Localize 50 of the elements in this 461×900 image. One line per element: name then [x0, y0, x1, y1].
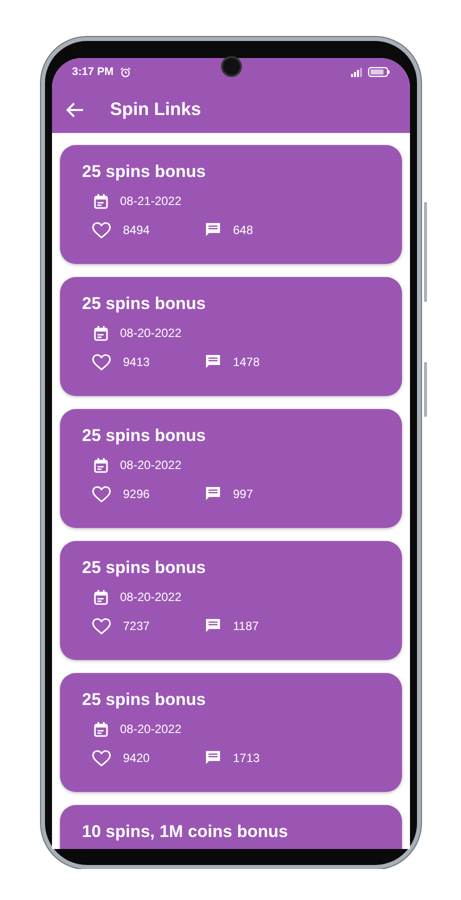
comment-icon [205, 486, 221, 502]
comment-count: 1713 [233, 751, 260, 765]
post-date: 08-20-2022 [120, 458, 182, 472]
post-title: 25 spins bonus [82, 426, 207, 446]
post-card[interactable]: 25 spins bonus 08-21-2022 8494 648 [60, 145, 402, 264]
post-card[interactable]: 25 spins bonus 08-20-2022 9420 1713 [60, 673, 402, 792]
calendar-icon [94, 722, 108, 736]
back-arrow-icon [66, 102, 84, 118]
like-count: 8494 [123, 223, 151, 237]
post-date: 08-20-2022 [120, 326, 182, 340]
comment-count: 1187 [233, 619, 259, 633]
post-title: 25 spins bonus [82, 690, 207, 710]
post-card[interactable]: 10 spins, 1M coins bonus [60, 805, 402, 849]
post-title: 10 spins, 1M coins bonus [82, 822, 289, 842]
signal-icon [351, 68, 362, 76]
back-button[interactable] [66, 102, 84, 118]
comment-count: 648 [233, 223, 254, 237]
battery-icon [368, 67, 390, 77]
alarm-icon [120, 66, 131, 78]
heart-icon [92, 354, 111, 370]
post-title: 25 spins bonus [82, 162, 207, 182]
post-card[interactable]: 25 spins bonus 08-20-2022 9413 1478 [60, 277, 402, 396]
like-count: 9296 [123, 487, 151, 501]
calendar-icon [94, 590, 108, 604]
comment-icon [205, 750, 221, 766]
comment-icon [205, 222, 221, 238]
post-card[interactable]: 25 spins bonus 08-20-2022 7237 1187 [60, 541, 402, 660]
like-count: 9420 [123, 751, 151, 765]
comment-count: 1478 [233, 355, 260, 369]
comment-count: 997 [233, 487, 254, 501]
heart-icon [92, 618, 111, 634]
comment-icon [205, 618, 221, 634]
calendar-icon [94, 326, 108, 340]
post-title: 25 spins bonus [82, 558, 207, 578]
post-date: 08-20-2022 [120, 722, 182, 736]
post-date: 08-20-2022 [120, 590, 182, 604]
like-count: 7237 [123, 619, 151, 633]
calendar-icon [94, 458, 108, 472]
status-time: 3:17 PM [72, 66, 114, 78]
post-card[interactable]: 25 spins bonus 08-20-2022 9296 997 [60, 409, 402, 528]
post-title: 25 spins bonus [82, 294, 207, 314]
post-date: 08-21-2022 [120, 194, 182, 208]
heart-icon [92, 222, 111, 238]
like-count: 9413 [123, 355, 151, 369]
heart-icon [92, 750, 111, 766]
calendar-icon [94, 194, 108, 208]
comment-icon [205, 354, 221, 370]
screen-title: Spin Links [110, 99, 202, 120]
heart-icon [92, 486, 111, 502]
camera-drawing [223, 58, 240, 75]
